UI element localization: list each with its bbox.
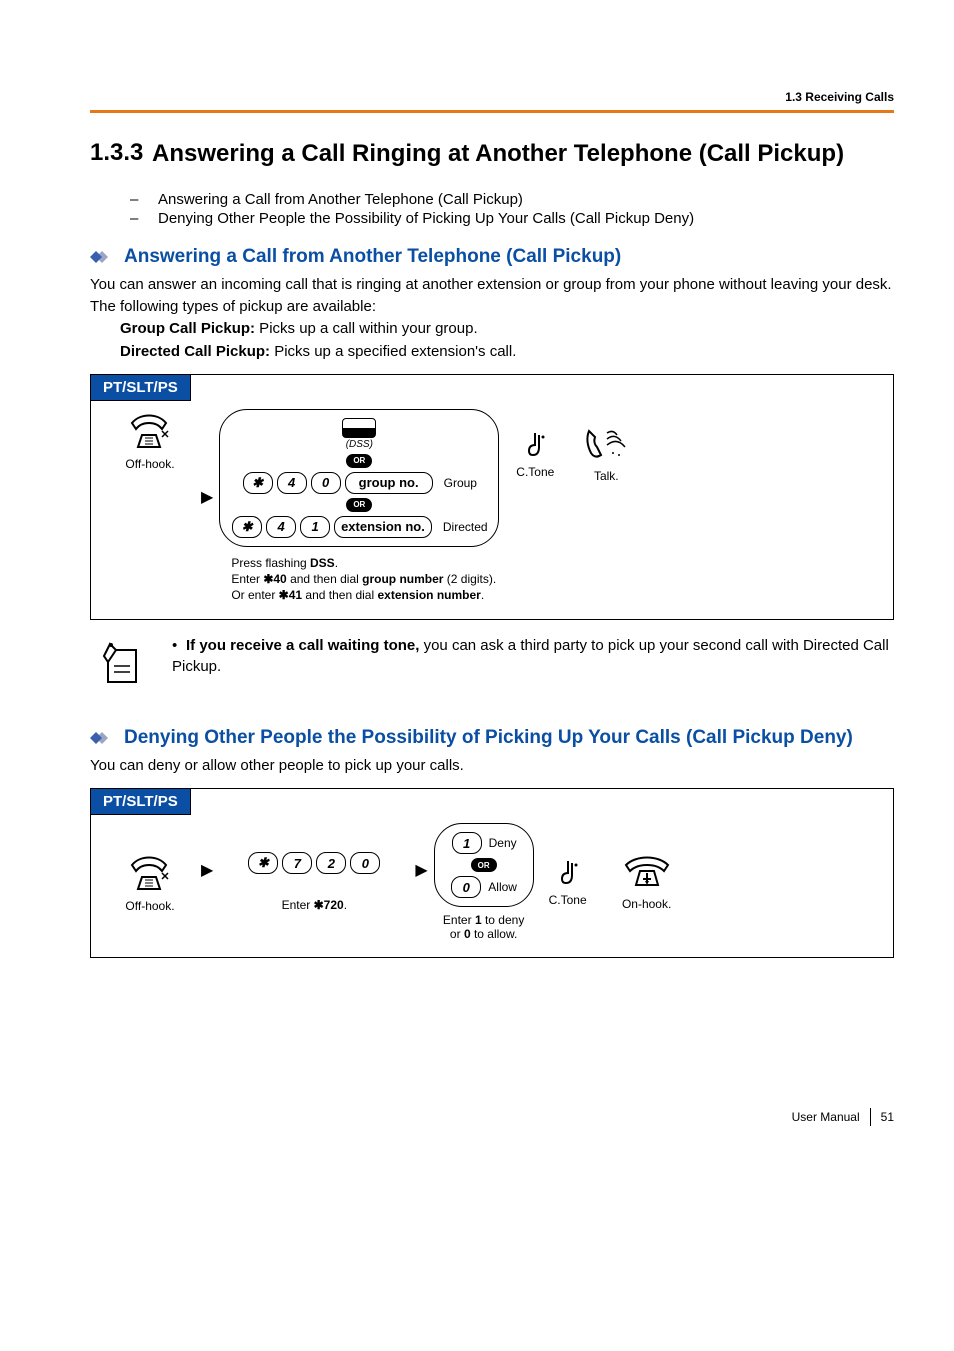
option-group: (DSS) OR ✱ 4 0 group no. Group OR ✱ 4 1 bbox=[219, 409, 499, 547]
subsection-title: Denying Other People the Possibility of … bbox=[124, 726, 853, 750]
key-group-no: group no. bbox=[345, 472, 433, 494]
diamond-bullets-icon bbox=[90, 249, 116, 265]
section-title: Answering a Call Ringing at Another Tele… bbox=[152, 139, 894, 169]
key-extension-no: extension no. bbox=[334, 516, 432, 538]
step-label: Talk. bbox=[594, 469, 619, 483]
key-4: 4 bbox=[277, 472, 307, 494]
diagram-tab: PT/SLT/PS bbox=[90, 788, 191, 815]
header-rule bbox=[90, 110, 894, 113]
step-label: C.Tone bbox=[516, 465, 554, 479]
row-label: Allow bbox=[488, 880, 517, 894]
arrow-icon: ▶ bbox=[201, 487, 213, 507]
footer-label: User Manual bbox=[792, 1110, 860, 1124]
paragraph: You can answer an incoming call that is … bbox=[90, 275, 894, 295]
option-group: 1 Deny OR 0 Allow bbox=[434, 823, 534, 907]
running-header: 1.3 Receiving Calls bbox=[90, 90, 894, 104]
page-number: 51 bbox=[881, 1110, 894, 1124]
ctone-icon bbox=[554, 857, 582, 887]
key-star: ✱ bbox=[248, 852, 278, 874]
row-label: Group bbox=[444, 476, 477, 490]
row-label: Directed bbox=[443, 520, 488, 534]
key-0: 0 bbox=[350, 852, 380, 874]
section-toc: –Answering a Call from Another Telephone… bbox=[130, 191, 894, 227]
key-4: 4 bbox=[266, 516, 296, 538]
key-star: ✱ bbox=[243, 472, 273, 494]
procedure-diagram-deny: PT/SLT/PS Off-hook. ▶ ✱ 7 bbox=[90, 788, 894, 958]
paragraph: You can deny or allow other people to pi… bbox=[90, 756, 894, 776]
key-2: 2 bbox=[316, 852, 346, 874]
row-label: Deny bbox=[489, 836, 517, 850]
step-label: Enter ✱720. bbox=[282, 898, 347, 912]
key-1: 1 bbox=[452, 832, 482, 854]
key-7: 7 bbox=[282, 852, 312, 874]
toc-item: Denying Other People the Possibility of … bbox=[158, 210, 694, 227]
note-icon bbox=[96, 636, 148, 696]
key-star: ✱ bbox=[232, 516, 262, 538]
ctone-icon bbox=[521, 429, 549, 459]
paragraph: Directed Call Pickup: Picks up a specifi… bbox=[120, 342, 894, 362]
arrow-icon: ▶ bbox=[415, 860, 427, 880]
step-label: Enter 1 to deny or 0 to allow. bbox=[443, 913, 524, 941]
key-0: 0 bbox=[451, 876, 481, 898]
note-block: •If you receive a call waiting tone, you… bbox=[96, 636, 894, 696]
dss-label: (DSS) bbox=[346, 439, 373, 450]
toc-item: Answering a Call from Another Telephone … bbox=[158, 191, 523, 208]
talk-icon bbox=[583, 423, 629, 463]
step-label: Off-hook. bbox=[125, 457, 174, 471]
step-label: Off-hook. bbox=[125, 899, 174, 913]
caption-line: Enter ✱40 and then dial group number (2 … bbox=[231, 571, 496, 587]
or-badge: OR bbox=[346, 454, 372, 468]
step-label: C.Tone bbox=[549, 893, 587, 907]
dss-key-icon bbox=[342, 418, 376, 438]
or-badge: OR bbox=[346, 498, 372, 512]
paragraph: The following types of pickup are availa… bbox=[90, 297, 894, 317]
arrow-icon: ▶ bbox=[201, 860, 213, 880]
step-label: On-hook. bbox=[622, 897, 671, 911]
onhook-icon bbox=[620, 853, 674, 891]
subsection-title: Answering a Call from Another Telephone … bbox=[124, 245, 621, 269]
procedure-diagram-pickup: PT/SLT/PS Off-hook. ▶ bbox=[90, 374, 894, 621]
paragraph: Group Call Pickup: Picks up a call withi… bbox=[120, 319, 894, 339]
section-heading: 1.3.3 Answering a Call Ringing at Anothe… bbox=[90, 139, 894, 169]
key-0: 0 bbox=[311, 472, 341, 494]
offhook-icon bbox=[126, 851, 174, 893]
caption-line: Or enter ✱41 and then dial extension num… bbox=[231, 587, 496, 603]
page-footer: User Manual 51 bbox=[90, 1108, 894, 1126]
subsection-heading-deny: Denying Other People the Possibility of … bbox=[90, 726, 894, 750]
offhook-icon bbox=[126, 409, 174, 451]
caption-line: Press flashing DSS. bbox=[231, 555, 496, 571]
subsection-heading-pickup: Answering a Call from Another Telephone … bbox=[90, 245, 894, 269]
or-badge: OR bbox=[471, 858, 497, 872]
section-number: 1.3.3 bbox=[90, 139, 152, 169]
key-1: 1 bbox=[300, 516, 330, 538]
diamond-bullets-icon bbox=[90, 730, 116, 746]
diagram-tab: PT/SLT/PS bbox=[90, 374, 191, 401]
